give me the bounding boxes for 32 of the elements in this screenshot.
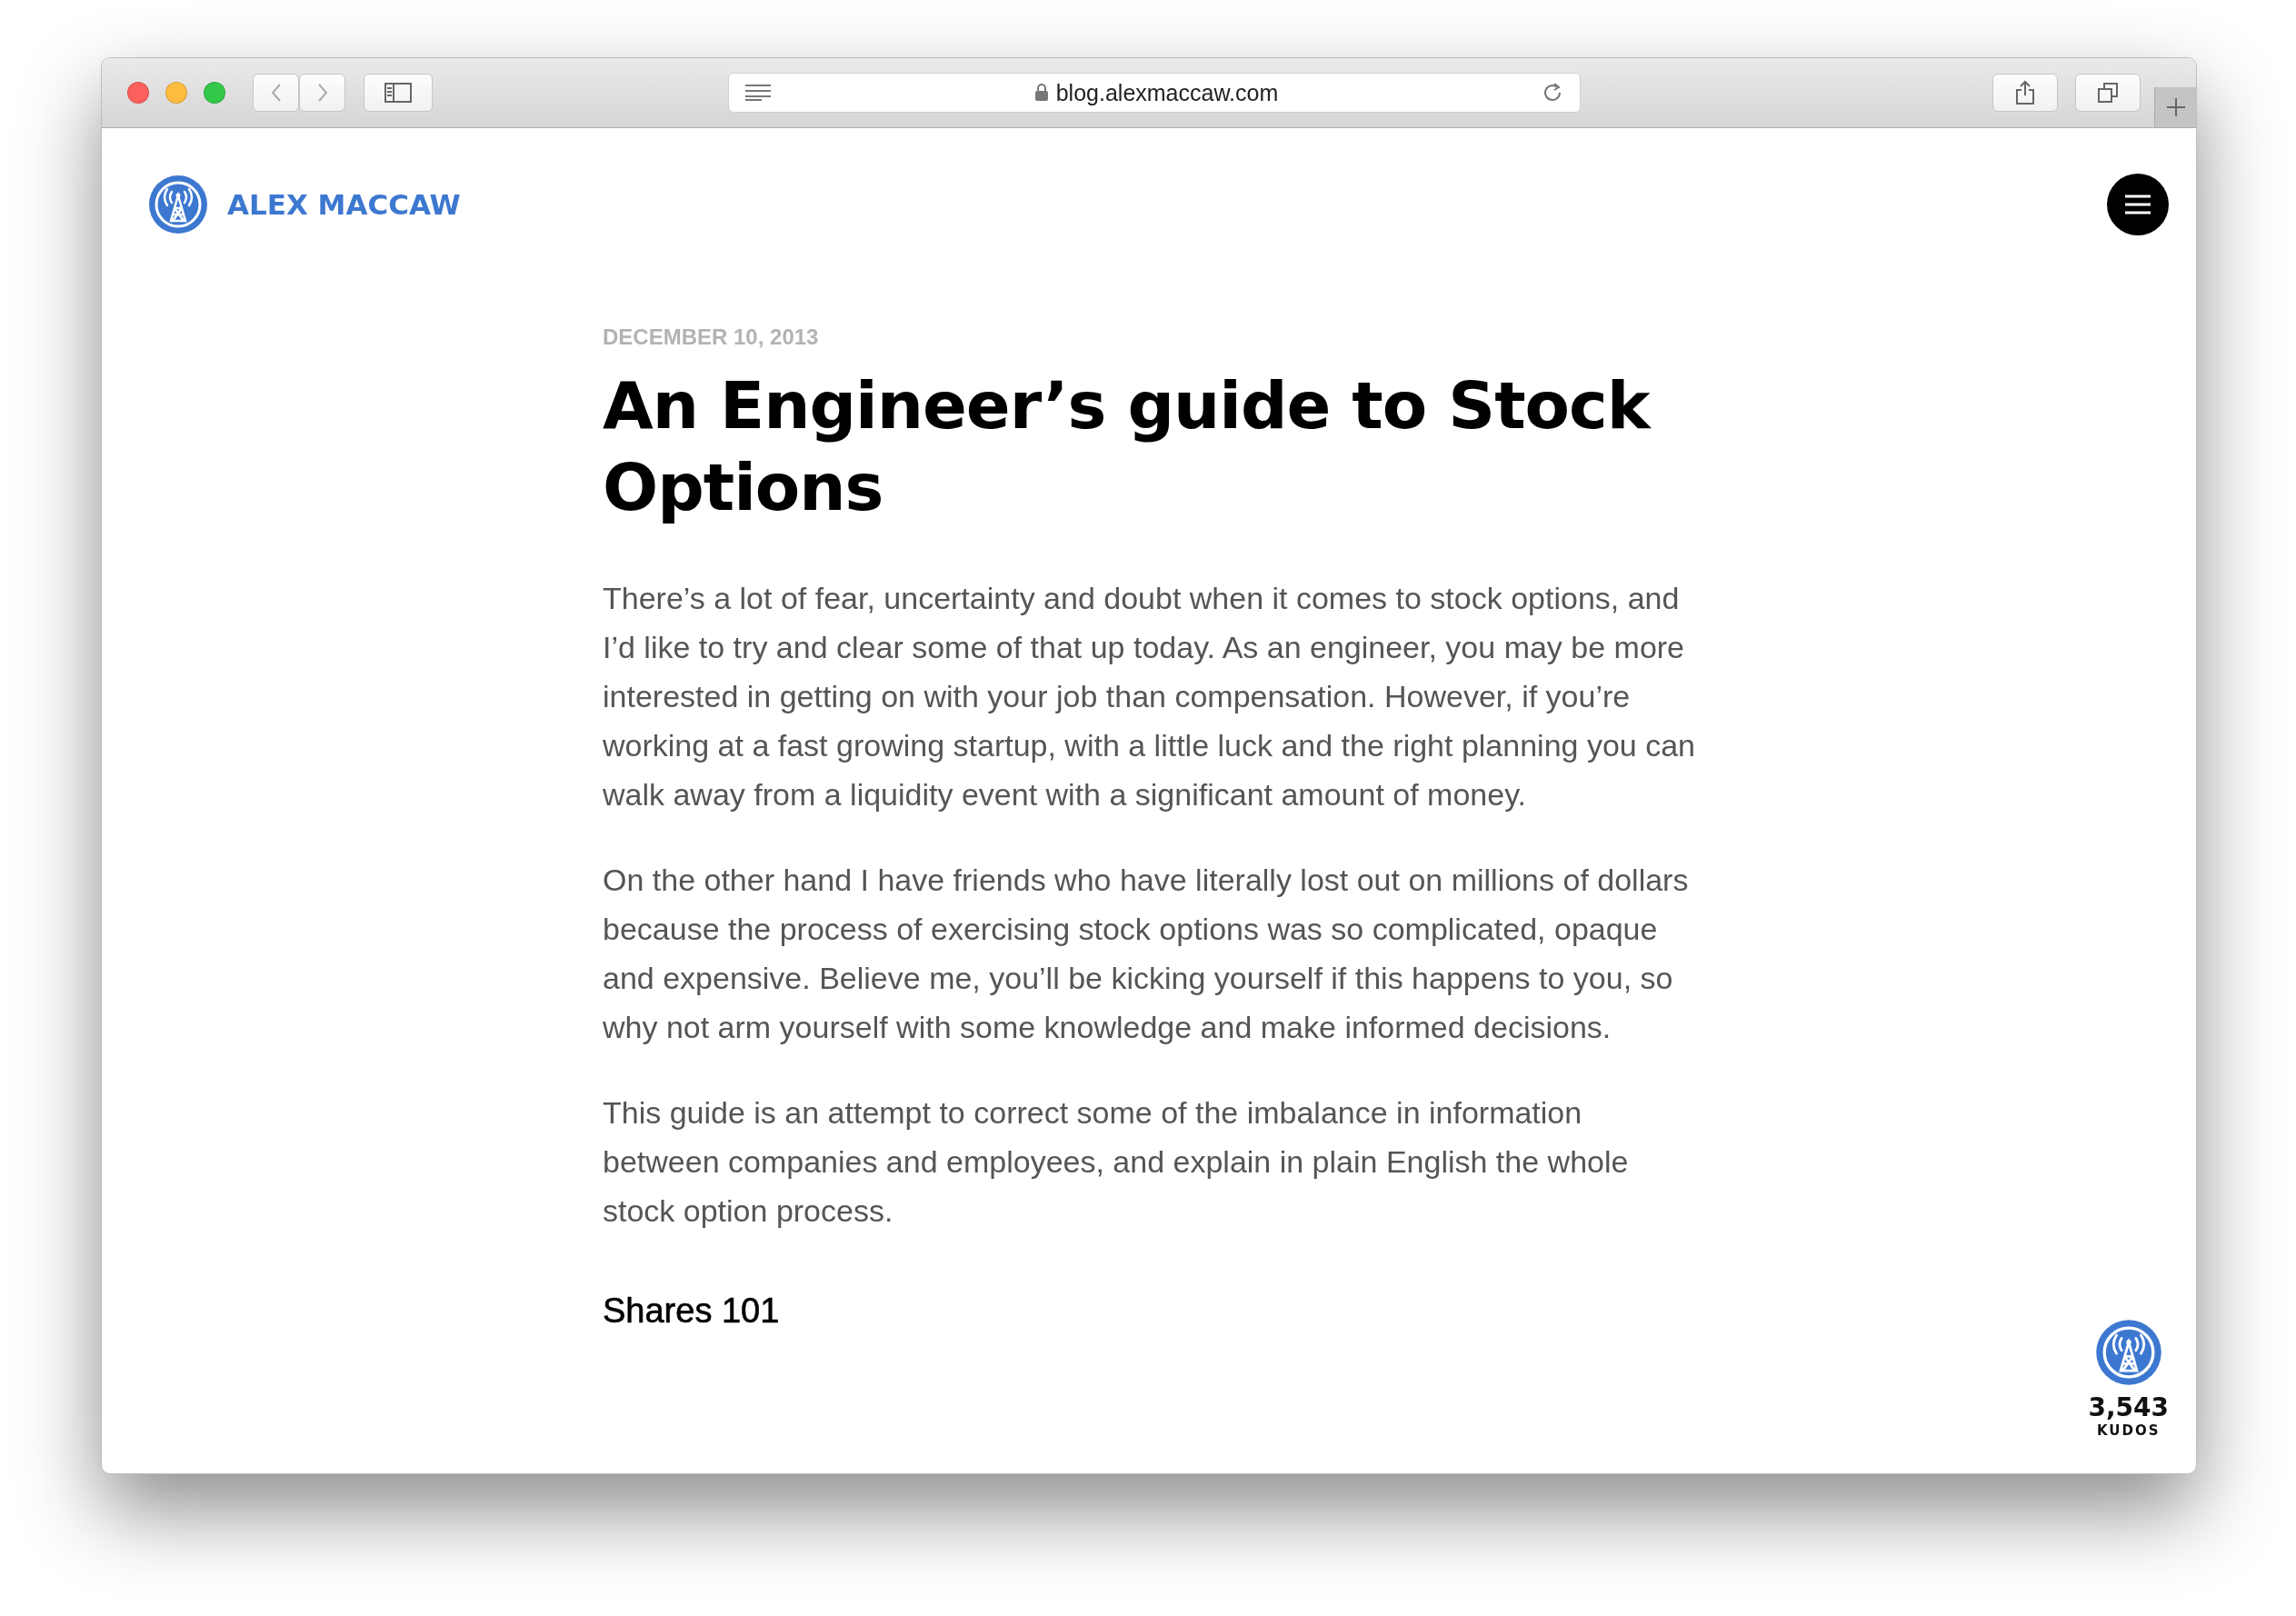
body-paragraph: There’s a lot of fear, uncertainty and doubt when it comes to stock options, and I’d like to try and clear some of that up today. As an engineer, you may be more interested in getting on with your job than compensation. However, if you’re working at a fast growing startup, with a little luck and the right planning you can walk away from a liquidity event with a significant amount of money. bbox=[603, 580, 1696, 813]
section-heading: Shares 101 bbox=[603, 1292, 781, 1331]
kudos-count: 3,543 bbox=[2088, 1392, 2169, 1422]
radio-tower-logo-icon bbox=[147, 174, 209, 235]
site-logo-link[interactable]: ALEX MACCAW bbox=[147, 174, 461, 235]
chevron-left-icon bbox=[270, 83, 282, 103]
kudos-radio-tower-icon bbox=[2093, 1318, 2163, 1387]
minimize-button[interactable] bbox=[165, 82, 187, 104]
tabs-icon bbox=[2097, 82, 2119, 104]
kudos-label: KUDOS bbox=[2096, 1422, 2161, 1439]
chevron-right-icon bbox=[316, 83, 328, 103]
back-button[interactable] bbox=[253, 74, 299, 112]
menu-icon bbox=[2125, 195, 2151, 214]
new-tab-button[interactable] bbox=[2154, 87, 2196, 127]
reader-icon bbox=[745, 85, 771, 101]
forward-button[interactable] bbox=[299, 74, 345, 112]
address-bar[interactable]: blog.alexmaccaw.com bbox=[728, 73, 1581, 113]
tabs-button[interactable] bbox=[2075, 74, 2141, 112]
reload-icon[interactable] bbox=[1542, 82, 1563, 104]
body-paragraph: On the other hand I have friends who have literally lost out on millions of dollars because the process of exercising stock options was so complicated, opaque and expensive. Believe me, you’ll be kicking yourself if this happens to you, so why not arm yourself with some knowledge and make informed decisions. bbox=[603, 862, 1690, 1046]
zoom-button[interactable] bbox=[204, 82, 225, 104]
post-date: DECEMBER 10, 2013 bbox=[603, 324, 820, 350]
sidebar-button[interactable] bbox=[364, 74, 433, 112]
close-button[interactable] bbox=[127, 82, 149, 104]
share-button[interactable] bbox=[1992, 74, 2058, 112]
plus-icon bbox=[2165, 97, 2186, 117]
post-title: An Engineer’s guide to Stock Options bbox=[603, 366, 1652, 527]
share-icon bbox=[2015, 80, 2035, 105]
sidebar-icon bbox=[384, 83, 412, 103]
lock-icon bbox=[1033, 84, 1049, 102]
body-paragraph: This guide is an attempt to correct some of the imbalance in information between companies and employees, and explain in plain English the whole stock option process. bbox=[603, 1094, 1630, 1230]
url-text: blog.alexmaccaw.com bbox=[1055, 79, 1279, 106]
